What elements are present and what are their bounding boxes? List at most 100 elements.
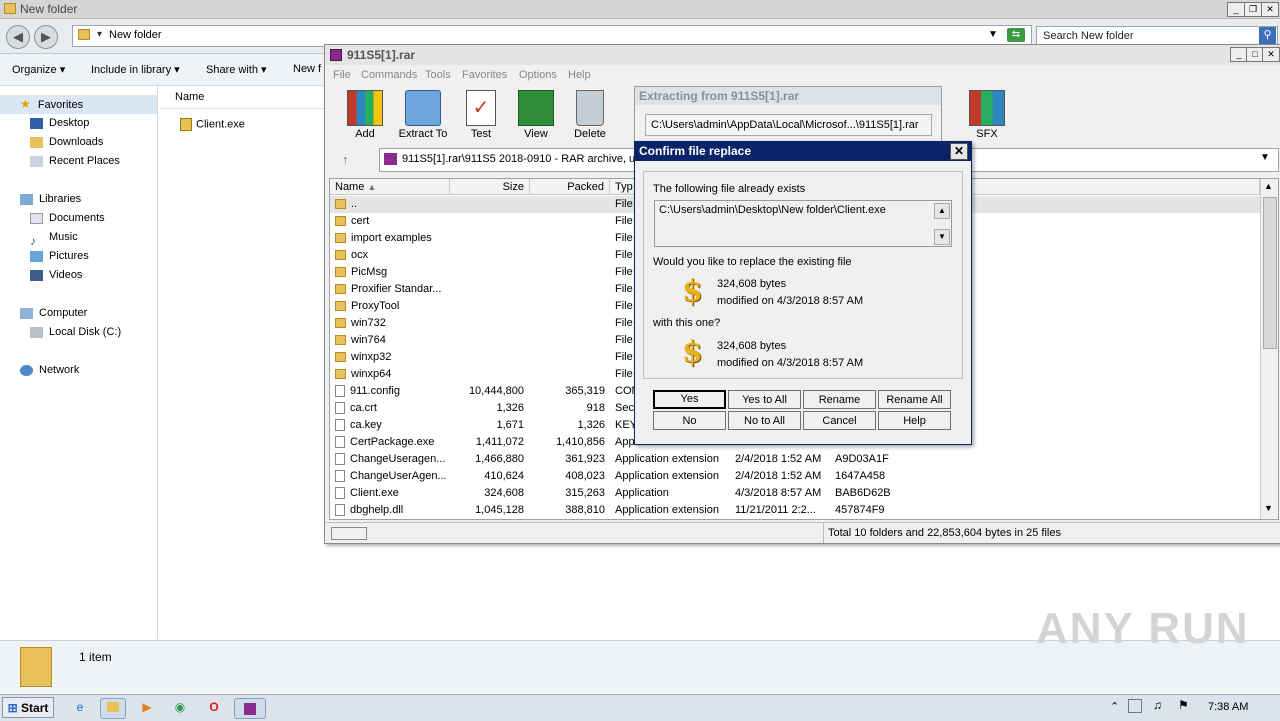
path-dropdown-icon[interactable]: ▼ <box>1260 152 1270 163</box>
file-item[interactable]: Client.exe <box>180 118 245 131</box>
column-header-name[interactable]: Name <box>160 86 330 109</box>
cell-name: winxp32 <box>335 349 447 366</box>
close-button[interactable]: ✕ <box>1261 2 1279 17</box>
archive-file-row[interactable]: dbghelp.dll 1,045,128 388,810 Application e… <box>330 502 1260 519</box>
winrar-titlebar: 911S5[1].rar _ □ ✕ <box>325 45 1280 65</box>
cell-name: Proxifier Standar... <box>335 281 447 298</box>
network-tray-icon[interactable] <box>1128 699 1142 713</box>
nav-libraries[interactable]: Libraries <box>20 190 81 209</box>
archive-file-row[interactable]: ChangeUseragen... 1,466,880 361,923 Applica… <box>330 451 1260 468</box>
chrome-icon[interactable]: ◉ <box>168 698 192 717</box>
nav-network[interactable]: Network <box>20 361 79 380</box>
nav-documents[interactable]: Documents <box>30 209 105 228</box>
folder-icon <box>335 267 346 278</box>
organize-menu[interactable]: Organize ▾ <box>12 63 65 76</box>
menu-options[interactable]: Options <box>519 69 557 81</box>
menu-tools[interactable]: Tools <box>425 69 451 81</box>
no-to-all-button[interactable]: No to All <box>728 411 801 430</box>
rar-close-button[interactable]: ✕ <box>1262 47 1280 62</box>
confirm-replace-dialog: Confirm file replace ✕ The following fil… <box>634 141 972 445</box>
rename-button[interactable]: Rename <box>803 390 876 409</box>
archive-file-row[interactable]: Client.exe 324,608 315,263 Application 4/3/2… <box>330 485 1260 502</box>
column-size[interactable]: Size <box>450 179 530 195</box>
column-name[interactable]: Name ▲ <box>330 179 450 195</box>
maximize-button[interactable]: ❐ <box>1244 2 1262 17</box>
tray-expand-icon[interactable]: ⌃ <box>1110 700 1119 713</box>
search-input[interactable]: Search New folder ⚲ <box>1036 26 1278 46</box>
nav-favorites[interactable]: ★ Favorites <box>0 95 157 114</box>
nav-videos[interactable]: Videos <box>30 266 82 285</box>
file-name: CertPackage.exe <box>350 436 435 448</box>
new-folder-button[interactable]: New f <box>293 63 321 75</box>
exists-label: The following file already exists <box>653 183 806 195</box>
forward-button[interactable]: ▶ <box>34 25 58 49</box>
cancel-button[interactable]: Cancel <box>803 411 876 430</box>
help-button[interactable]: Help <box>878 411 951 430</box>
tool-sfx[interactable]: SFX <box>957 90 1017 140</box>
extracting-window: Extracting from 911S5[1].rar C:\Users\ad… <box>634 86 942 148</box>
tool-add[interactable]: Add <box>335 90 395 140</box>
scroll-down-icon[interactable]: ▼ <box>1264 503 1273 513</box>
nav-local-disk[interactable]: Local Disk (C:) <box>30 323 121 342</box>
cell-packed: 918 <box>586 402 605 414</box>
navigation-pane: ★ Favorites Desktop Downloads Recent Pla… <box>0 86 158 639</box>
explorer-taskbar-icon[interactable] <box>100 698 126 719</box>
existing-path-box[interactable]: C:\Users\admin\Desktop\New folder\Client… <box>654 200 952 247</box>
taskbar: ⊞ Start e ▶ ◉ O ⌃ ♫ ⚑ 7:38 AM <box>0 694 1280 721</box>
folder-large-icon <box>20 647 52 687</box>
action-center-flag-icon[interactable]: ⚑ <box>1178 698 1189 712</box>
rename-all-button[interactable]: Rename All <box>878 390 951 409</box>
winrar-taskbar-icon[interactable] <box>234 698 266 719</box>
tool-test[interactable]: ✓ Test <box>451 90 511 140</box>
yes-to-all-button[interactable]: Yes to All <box>728 390 801 409</box>
address-dropdown-icon[interactable]: ▼ <box>988 29 998 40</box>
refresh-icon[interactable]: ⇆ <box>1007 28 1025 42</box>
nav-downloads[interactable]: Downloads <box>30 133 103 152</box>
tool-delete[interactable]: Delete <box>560 90 620 140</box>
volume-icon[interactable]: ♫ <box>1153 698 1162 712</box>
archive-file-row[interactable]: ChangeUserAgen... 410,624 408,023 Applicati… <box>330 468 1260 485</box>
menu-file[interactable]: File <box>333 69 351 81</box>
file-name: PicMsg <box>351 266 388 278</box>
file-name: import examples <box>351 232 432 244</box>
share-with-menu[interactable]: Share with ▾ <box>206 63 267 76</box>
scroll-down-icon[interactable]: ▼ <box>934 229 950 245</box>
test-icon: ✓ <box>466 90 496 126</box>
media-player-icon[interactable]: ▶ <box>135 698 159 717</box>
include-in-library-menu[interactable]: Include in library ▾ <box>91 63 180 76</box>
menu-commands[interactable]: Commands <box>361 69 417 81</box>
minimize-button[interactable]: _ <box>1227 2 1245 17</box>
list-scrollbar[interactable]: ▲ ▼ <box>1260 179 1278 519</box>
back-button[interactable]: ◀ <box>6 25 30 49</box>
scroll-up-icon[interactable]: ▲ <box>1264 181 1273 191</box>
menu-help[interactable]: Help <box>568 69 591 81</box>
search-icon[interactable]: ⚲ <box>1259 27 1276 44</box>
nav-desktop[interactable]: Desktop <box>30 114 89 133</box>
opera-icon[interactable]: O <box>202 698 226 717</box>
star-icon: ★ <box>20 97 31 111</box>
column-packed[interactable]: Packed <box>530 179 610 195</box>
scroll-thumb[interactable] <box>1263 197 1277 349</box>
folder-icon <box>335 301 346 312</box>
tool-view[interactable]: View <box>506 90 566 140</box>
up-arrow-icon[interactable]: ↑ <box>342 152 349 167</box>
dialog-content-frame: The following file already exists C:\Use… <box>643 171 963 379</box>
search-placeholder: Search New folder <box>1043 30 1134 42</box>
cell-modified: 2/4/2018 1:52 AM <box>735 470 822 482</box>
start-button[interactable]: ⊞ Start <box>2 697 54 718</box>
scroll-up-icon[interactable]: ▲ <box>934 203 950 219</box>
yes-button[interactable]: Yes <box>653 390 726 409</box>
clock[interactable]: 7:38 AM <box>1208 701 1248 713</box>
file-name: Proxifier Standar... <box>351 283 442 295</box>
ie-icon[interactable]: e <box>68 698 92 717</box>
nav-pictures[interactable]: Pictures <box>30 247 89 266</box>
nav-music[interactable]: ♪ Music <box>30 228 78 248</box>
tool-extract-to[interactable]: Extract To <box>393 90 453 140</box>
close-icon[interactable]: ✕ <box>950 143 968 160</box>
nav-recent-places[interactable]: Recent Places <box>30 152 120 171</box>
cell-type: Application extension <box>615 453 719 465</box>
no-button[interactable]: No <box>653 411 726 430</box>
nav-computer[interactable]: Computer <box>20 304 87 323</box>
menu-favorites[interactable]: Favorites <box>462 69 507 81</box>
extract-folder-icon <box>405 90 441 126</box>
